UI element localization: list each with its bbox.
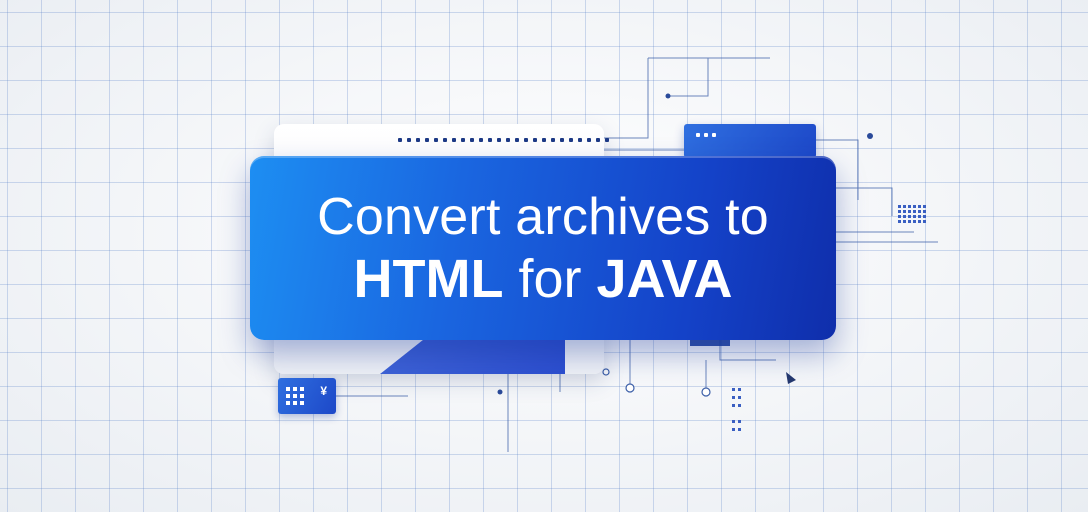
window-controls-icon xyxy=(696,133,716,137)
banner-java-word: JAVA xyxy=(596,249,733,309)
window-dot-strip xyxy=(398,138,609,142)
side-chip-icon xyxy=(898,205,926,223)
banner-title-line2: HTML for JAVA xyxy=(353,248,732,310)
banner-for-word: for xyxy=(503,249,597,309)
banner-title-line1: Convert archives to xyxy=(317,188,769,246)
chip-dots-icon xyxy=(286,387,304,405)
floating-window-card xyxy=(684,124,816,158)
title-banner: Convert archives to HTML for JAVA xyxy=(250,156,836,340)
chip-card: ¥ xyxy=(278,378,336,414)
hero-illustration: Convert archives to HTML for JAVA ¥ xyxy=(0,0,1088,512)
chip-glyph-icon: ¥ xyxy=(320,384,327,398)
banner-html-word: HTML xyxy=(353,249,504,309)
